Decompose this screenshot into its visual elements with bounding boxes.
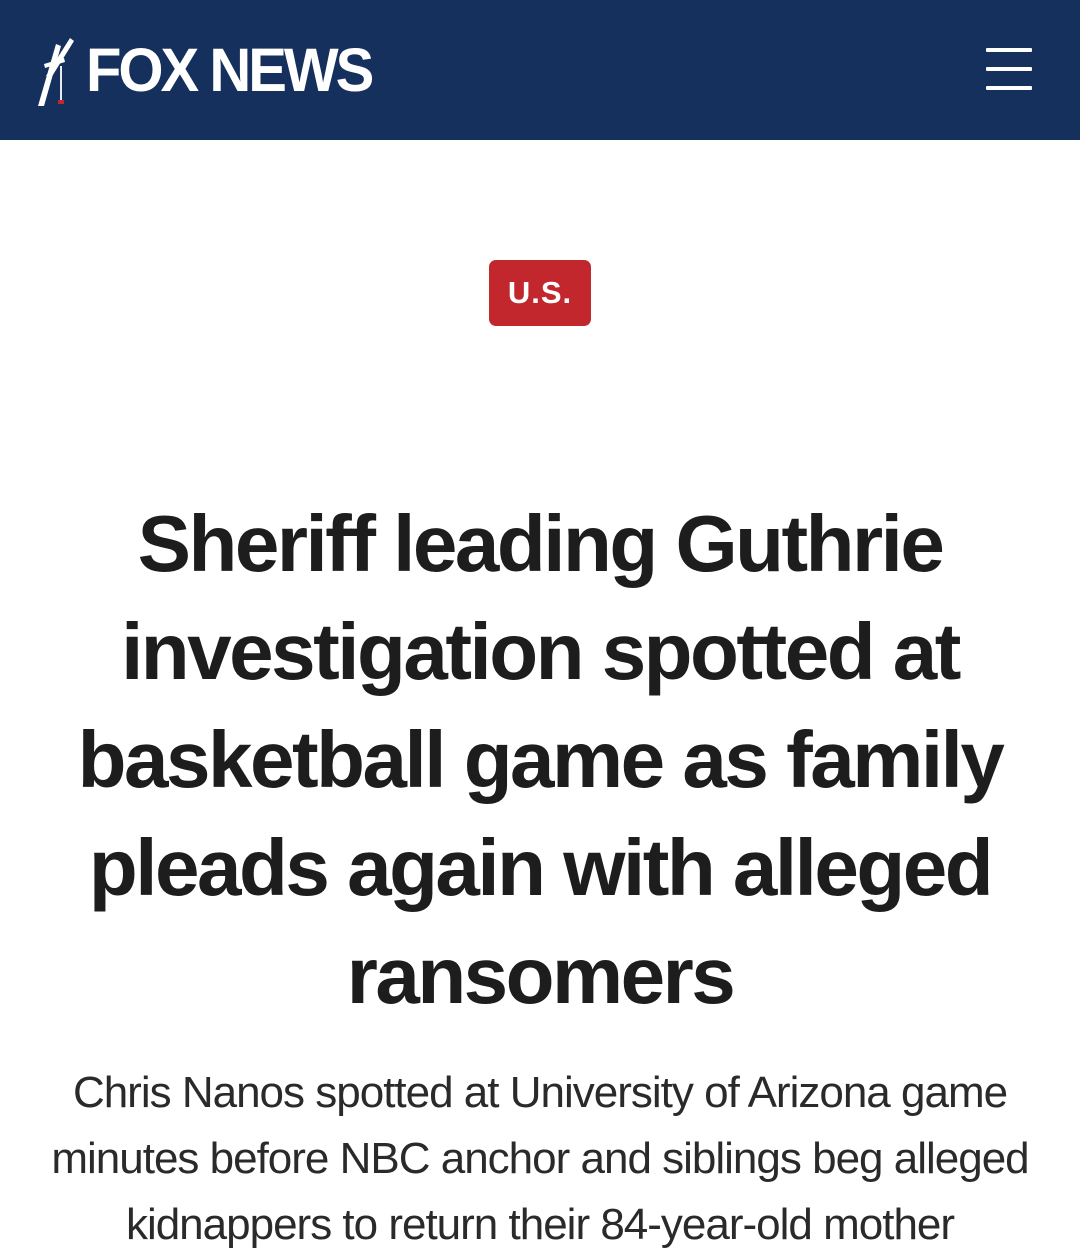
searchlight-logo-icon [38, 38, 74, 106]
article-subheadline: Chris Nanos spotted at University of Ari… [51, 1068, 1029, 1249]
brand-wordmark: FOX NEWS [86, 36, 374, 105]
article-headline: Sheriff leading Guthrie investigation sp… [77, 499, 1005, 1020]
category-badge[interactable]: U.S. [488, 260, 592, 326]
fox-news-logo[interactable]: FOX NEWS [34, 36, 374, 106]
hamburger-menu-icon[interactable] [986, 46, 1032, 92]
site-header: FOX NEWS [0, 0, 1080, 140]
category-container: U.S. [0, 260, 1080, 326]
